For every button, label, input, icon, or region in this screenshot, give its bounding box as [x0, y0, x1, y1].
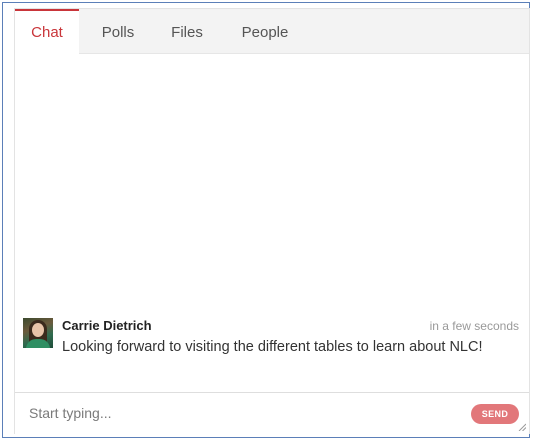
tab-files[interactable]: Files	[167, 9, 207, 54]
message-author: Carrie Dietrich	[62, 318, 152, 333]
tab-people[interactable]: People	[235, 9, 295, 54]
tab-polls[interactable]: Polls	[95, 9, 141, 54]
message-input[interactable]	[15, 393, 469, 433]
message-list[interactable]: Carrie Dietrich in a few seconds Looking…	[15, 55, 529, 392]
message-timestamp: in a few seconds	[429, 319, 519, 333]
message-text: Looking forward to visiting the differen…	[62, 339, 483, 355]
avatar	[23, 318, 53, 348]
send-button[interactable]: SEND	[471, 404, 519, 424]
tab-chat[interactable]: Chat	[15, 9, 79, 55]
resize-grip-icon[interactable]	[518, 423, 526, 431]
tab-bar: Chat Polls Files People	[15, 9, 529, 55]
chat-panel: Chat Polls Files People Carrie Dietrich …	[14, 8, 530, 434]
message-composer: SEND	[15, 392, 529, 434]
